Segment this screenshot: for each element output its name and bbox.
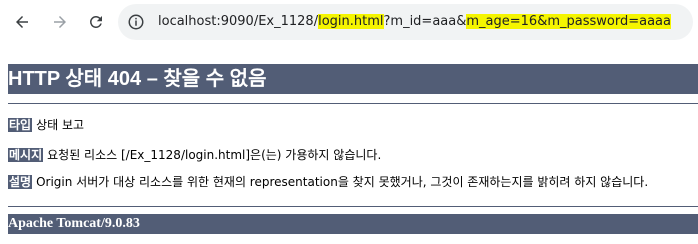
divider [8, 103, 698, 104]
type-row: 타입 상태 보고 [8, 117, 84, 133]
arrow-right-icon [51, 13, 69, 31]
url-text[interactable]: localhost:9090/Ex_1128/login.html?m_id=a… [158, 13, 671, 31]
url-query-password: &m_password=aaaa [537, 14, 671, 29]
message-value: 요청된 리소스 [/Ex_1128/login.html]은(는) 가용하지 않… [47, 148, 382, 162]
forward-button[interactable] [48, 10, 72, 34]
message-row: 메시지 요청된 리소스 [/Ex_1128/login.html]은(는) 가용하… [8, 147, 381, 163]
message-label: 메시지 [8, 148, 44, 162]
back-button[interactable] [10, 10, 34, 34]
divider [8, 206, 698, 207]
address-bar[interactable]: localhost:9090/Ex_1128/login.html?m_id=a… [118, 4, 693, 40]
url-query-age: m_age=16 [466, 14, 538, 29]
reload-button[interactable] [84, 10, 108, 34]
site-info-icon[interactable] [126, 12, 146, 32]
type-value: 상태 보고 [36, 118, 85, 132]
reload-icon [87, 13, 105, 31]
url-query-id: ?m_id=aaa& [383, 14, 467, 29]
url-host: localhost:9090/Ex_1128/ [158, 14, 319, 29]
server-footer: Apache Tomcat/9.0.83 [8, 214, 698, 234]
page-title: HTTP 상태 404 – 찾을 수 없음 [8, 64, 698, 94]
browser-toolbar: localhost:9090/Ex_1128/login.html?m_id=a… [0, 0, 698, 45]
type-label: 타입 [8, 118, 33, 132]
description-label: 설명 [8, 175, 33, 189]
description-value: Origin 서버가 대상 리소스를 위한 현재의 representation… [36, 175, 649, 189]
arrow-left-icon [13, 13, 31, 31]
error-page: HTTP 상태 404 – 찾을 수 없음 타입 상태 보고 메시지 요청된 리소스… [0, 44, 698, 244]
url-path: login.html [318, 14, 384, 29]
description-row: 설명 Origin 서버가 대상 리소스를 위한 현재의 representati… [8, 174, 648, 190]
